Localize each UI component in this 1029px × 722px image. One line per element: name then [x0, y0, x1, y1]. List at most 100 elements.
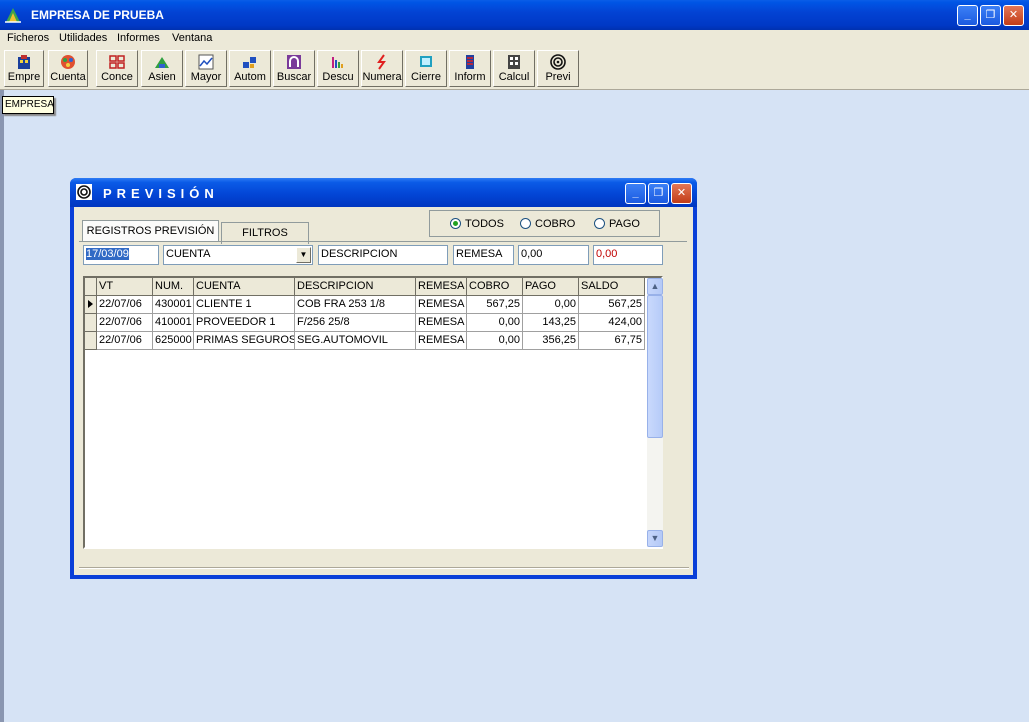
- grid-cell[interactable]: 625000: [153, 332, 194, 350]
- app-logo-icon: [5, 8, 21, 23]
- toolbar-buscar-button[interactable]: Buscar: [273, 50, 315, 87]
- toolbar-empre-button[interactable]: Empre: [4, 50, 44, 87]
- grid-cell[interactable]: PRIMAS SEGUROS: [194, 332, 295, 350]
- tipo-radio-group: TODOS COBRO PAGO: [429, 210, 660, 237]
- grid-cell[interactable]: COB FRA 253 1/8: [295, 296, 416, 314]
- prevision-titlebar[interactable]: PREVISIÓN _ ❐ ✕: [70, 178, 697, 207]
- toolbar-autom-button[interactable]: Autom: [229, 50, 271, 87]
- grid-icon: [109, 55, 125, 69]
- scroll-up-icon[interactable]: ▲: [647, 278, 663, 295]
- minimize-button[interactable]: _: [957, 5, 978, 26]
- toolbar-calcul-button[interactable]: Calcul: [493, 50, 535, 87]
- grid-cell[interactable]: REMESA: [416, 332, 467, 350]
- grid-header-corner: [85, 278, 97, 296]
- chevron-down-icon[interactable]: ▼: [296, 247, 311, 263]
- radio-indicator: [450, 218, 461, 229]
- menu-informes[interactable]: Informes: [117, 32, 160, 44]
- row-indicator[interactable]: [85, 332, 97, 350]
- prevision-window: PREVISIÓN _ ❐ ✕ REGISTROS PREVISIÓN FILT…: [70, 178, 697, 579]
- grid-cell[interactable]: 22/07/06: [97, 332, 153, 350]
- column-header-pago[interactable]: PAGO: [523, 278, 579, 296]
- toolbar-tooltip: EMPRESA: [2, 96, 54, 114]
- building-icon: [18, 55, 30, 69]
- menu-utilidades[interactable]: Utilidades: [59, 32, 107, 44]
- grid-cell[interactable]: 410001: [153, 314, 194, 332]
- cobro-filter-input[interactable]: 0,00: [518, 245, 589, 265]
- grid-cell[interactable]: CLIENTE 1: [194, 296, 295, 314]
- mdi-frame-edge: [0, 90, 4, 722]
- grid-vertical-scrollbar[interactable]: ▲ ▼: [647, 278, 663, 547]
- restore-button[interactable]: ❐: [980, 5, 1001, 26]
- row-indicator[interactable]: [85, 314, 97, 332]
- grid-cell[interactable]: 430001: [153, 296, 194, 314]
- lightning-icon: [377, 54, 386, 70]
- screen-icon: [420, 56, 432, 67]
- toolbar-descu-button[interactable]: Descu: [317, 50, 359, 87]
- toolbar-numera-button[interactable]: Numera: [361, 50, 403, 87]
- tab-registros-prevision[interactable]: REGISTROS PREVISIÓN: [82, 220, 219, 242]
- row-indicator[interactable]: [85, 296, 97, 314]
- menu-bar: Ficheros Utilidades Informes Ventana: [0, 30, 1029, 48]
- grid-cell[interactable]: 567,25: [467, 296, 523, 314]
- grid-cell[interactable]: F/256 25/8: [295, 314, 416, 332]
- ledger-icon: [155, 57, 169, 68]
- grid-cell[interactable]: 143,25: [523, 314, 579, 332]
- prevision-client-area: REGISTROS PREVISIÓN FILTROS TODOS COBRO …: [74, 207, 693, 575]
- grid-cell[interactable]: REMESA: [416, 296, 467, 314]
- radio-indicator: [594, 218, 605, 229]
- radio-cobro[interactable]: COBRO: [520, 218, 575, 230]
- prevision-minimize-button[interactable]: _: [625, 183, 646, 204]
- remesa-filter-input[interactable]: REMESA: [453, 245, 514, 265]
- column-header-num[interactable]: NUM.: [153, 278, 194, 296]
- date-filter-input[interactable]: 17/03/09: [83, 245, 159, 265]
- toolbar-inform-button[interactable]: Inform: [449, 50, 491, 87]
- column-header-cuenta[interactable]: CUENTA: [194, 278, 295, 296]
- column-header-descripcion[interactable]: DESCRIPCION: [295, 278, 416, 296]
- pago-filter-input[interactable]: 0,00: [593, 245, 663, 265]
- chart-icon: [198, 54, 214, 70]
- grid-cell[interactable]: 67,75: [579, 332, 645, 350]
- menu-ventana[interactable]: Ventana: [172, 32, 212, 44]
- grid-cell[interactable]: 424,00: [579, 314, 645, 332]
- column-header-cobro[interactable]: COBRO: [467, 278, 523, 296]
- radio-todos[interactable]: TODOS: [450, 218, 504, 230]
- prevision-close-button[interactable]: ✕: [671, 183, 692, 204]
- grid-cell[interactable]: 0,00: [467, 314, 523, 332]
- toolbar-cierre-button[interactable]: Cierre: [405, 50, 447, 87]
- close-button[interactable]: ✕: [1003, 5, 1024, 26]
- grid-cell[interactable]: REMESA: [416, 314, 467, 332]
- prevision-title: PREVISIÓN: [103, 186, 219, 201]
- grid-cell[interactable]: 0,00: [523, 296, 579, 314]
- calculator-icon: [508, 55, 520, 69]
- magnet-icon: [287, 55, 301, 69]
- column-header-remesa[interactable]: REMESA: [416, 278, 467, 296]
- grid-cell[interactable]: 0,00: [467, 332, 523, 350]
- grid-cell[interactable]: 356,25: [523, 332, 579, 350]
- menu-ficheros[interactable]: Ficheros: [7, 32, 49, 44]
- column-header-vt[interactable]: VT: [97, 278, 153, 296]
- toolbar-asien-button[interactable]: Asien: [141, 50, 183, 87]
- prevision-grid: VT NUM. CUENTA DESCRIPCION REMESA COBRO …: [83, 276, 663, 549]
- column-header-saldo[interactable]: SALDO: [579, 278, 645, 296]
- grid-cell[interactable]: SEG.AUTOMOVIL: [295, 332, 416, 350]
- scroll-down-icon[interactable]: ▼: [647, 530, 663, 547]
- toolbar-cuenta-button[interactable]: Cuenta: [48, 50, 88, 87]
- grid-cell[interactable]: PROVEEDOR 1: [194, 314, 295, 332]
- report-icon: [466, 55, 474, 69]
- toolbar-previ-button[interactable]: Previ: [537, 50, 579, 87]
- toolbar-mayor-button[interactable]: Mayor: [185, 50, 227, 87]
- grid-cell[interactable]: 22/07/06: [97, 296, 153, 314]
- scroll-thumb[interactable]: [647, 295, 663, 438]
- descripcion-filter-input[interactable]: DESCRIPCION: [318, 245, 448, 265]
- cuenta-filter-combo[interactable]: CUENTA ▼: [163, 245, 313, 265]
- prevision-maximize-button[interactable]: ❐: [648, 183, 669, 204]
- app-title: EMPRESA DE PRUEBA: [31, 8, 164, 22]
- palette-icon: [61, 55, 75, 69]
- grid-cell[interactable]: 567,25: [579, 296, 645, 314]
- toolbar-conce-button[interactable]: Conce: [96, 50, 138, 87]
- spiral-icon: [550, 54, 566, 70]
- radio-pago[interactable]: PAGO: [594, 218, 640, 230]
- grid-cell[interactable]: 22/07/06: [97, 314, 153, 332]
- radio-indicator: [520, 218, 531, 229]
- current-row-arrow-icon: [88, 300, 93, 308]
